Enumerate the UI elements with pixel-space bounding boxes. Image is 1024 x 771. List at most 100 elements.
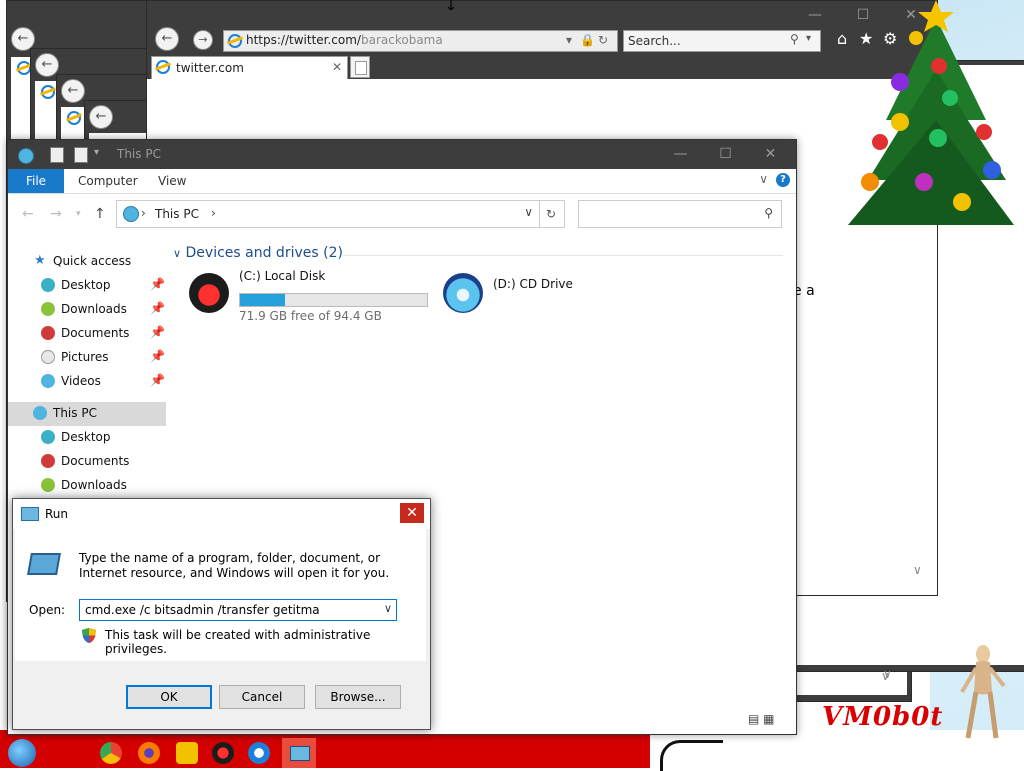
address-dropdown-icon[interactable]: ∨: [524, 205, 533, 219]
ie-logo-icon: [17, 61, 31, 75]
breadcrumb-chevron-icon[interactable]: ›: [211, 206, 216, 220]
close-button[interactable]: ✕: [748, 140, 793, 169]
run-dialog[interactable]: Run ✕ Type the name of a program, folder…: [12, 498, 431, 730]
nav-pc-documents[interactable]: Documents: [8, 450, 166, 474]
browser-tab[interactable]: twitter.com ✕: [151, 56, 348, 80]
nav-quick-desktop[interactable]: Desktop 📌: [8, 274, 166, 298]
desktop-icon: [41, 278, 55, 292]
run-title-bar[interactable]: Run ✕: [13, 499, 430, 529]
nav-quick-videos[interactable]: Videos 📌: [8, 370, 166, 394]
nav-pc-downloads[interactable]: Downloads: [8, 474, 166, 498]
pin-icon[interactable]: 📌: [150, 349, 165, 363]
downloads-icon: [41, 302, 55, 316]
pin-icon[interactable]: 📌: [150, 373, 165, 387]
ok-button[interactable]: OK: [126, 685, 212, 709]
breadcrumb-this-pc[interactable]: This PC: [155, 207, 199, 221]
cancel-button[interactable]: Cancel: [219, 685, 305, 709]
drive-d[interactable]: (D:) CD Drive: [443, 269, 643, 325]
uac-shield-icon: [82, 628, 96, 643]
back-arrow-icon[interactable]: ←: [155, 27, 179, 51]
watermark-text: VM0b0t: [822, 702, 944, 732]
close-button[interactable]: ✕: [400, 503, 424, 523]
large-icons-view-icon[interactable]: ▦: [763, 712, 774, 726]
search-input[interactable]: ⚲: [578, 200, 782, 228]
forward-arrow-icon[interactable]: →: [193, 30, 213, 50]
run-taskbar-button[interactable]: [282, 738, 316, 768]
properties-icon[interactable]: [50, 147, 64, 163]
tab-close-icon[interactable]: ✕: [332, 60, 342, 74]
tab-file[interactable]: File: [8, 169, 64, 193]
nav-this-pc[interactable]: This PC: [8, 402, 166, 426]
downloads-icon: [41, 478, 55, 492]
new-tab-button[interactable]: [350, 56, 370, 78]
internet-explorer-icon[interactable]: [248, 742, 270, 764]
chrome-icon[interactable]: [100, 742, 122, 764]
ribbon-expand-icon[interactable]: ∨: [759, 172, 768, 186]
pin-icon[interactable]: 📌: [150, 277, 165, 291]
view-toggle[interactable]: ▤ ▦: [748, 712, 775, 726]
refresh-icon[interactable]: ↻: [598, 33, 608, 47]
back-arrow-icon[interactable]: ←: [89, 105, 113, 129]
start-button[interactable]: [8, 739, 36, 767]
run-command-input[interactable]: cmd.exe /c bitsadmin /transfer getitma ∨: [79, 599, 397, 621]
new-folder-icon[interactable]: [74, 147, 88, 163]
devices-group-header[interactable]: ∨ Devices and drives (2): [173, 245, 343, 261]
ie-logo-icon: [41, 85, 55, 99]
star-icon: ★: [34, 253, 46, 268]
nav-pc-desktop[interactable]: Desktop: [8, 426, 166, 450]
nav-quick-access[interactable]: ★ Quick access: [8, 250, 166, 274]
nav-quick-documents[interactable]: Documents 📌: [8, 322, 166, 346]
tab-view[interactable]: View: [158, 169, 186, 193]
search-dropdown-icon[interactable]: ▾: [566, 33, 572, 47]
collapse-chevron-icon[interactable]: ∨: [173, 247, 181, 260]
back-arrow-icon[interactable]: ←: [22, 206, 34, 222]
recent-locations-icon[interactable]: ▾: [76, 209, 81, 219]
search-dropdown-icon[interactable]: ▾: [806, 33, 811, 44]
navigation-bar: ← → ▾ ↑ › This PC › ∨ ↻ ⚲: [8, 194, 796, 234]
nav-quick-pictures[interactable]: Pictures 📌: [8, 346, 166, 370]
search-box[interactable]: Search... ⚲ ▾: [623, 30, 821, 52]
pin-icon[interactable]: 📌: [150, 301, 165, 315]
up-arrow-icon[interactable]: ↑: [94, 206, 106, 222]
this-pc-icon: [33, 406, 47, 420]
run-program-icon: [27, 553, 61, 575]
back-arrow-icon[interactable]: ←: [61, 79, 85, 103]
nav-label: Documents: [61, 454, 130, 468]
nav-label: This PC: [53, 406, 97, 420]
firefox-icon[interactable]: [138, 742, 160, 764]
christmas-app-icon[interactable]: [212, 742, 234, 764]
tab-computer[interactable]: Computer: [78, 169, 138, 193]
scroll-down-icon[interactable]: ∨: [913, 563, 922, 577]
file-explorer-icon[interactable]: [176, 742, 198, 764]
run-description: Type the name of a program, folder, docu…: [79, 551, 390, 580]
videos-icon: [41, 374, 55, 388]
lock-icon[interactable]: 🔒: [580, 33, 595, 47]
scroll-down-icon[interactable]: ∨: [883, 667, 892, 681]
breadcrumb-chevron-icon[interactable]: ›: [141, 206, 146, 220]
new-tab-icon: [355, 61, 367, 75]
forward-arrow-icon[interactable]: →: [50, 206, 62, 222]
search-placeholder[interactable]: Search...: [628, 34, 681, 48]
quick-access-toolbar-dropdown-icon[interactable]: ▾: [94, 147, 99, 158]
title-bar[interactable]: ▾ This PC — ☐ ✕: [8, 140, 796, 169]
help-icon[interactable]: ?: [776, 173, 790, 187]
refresh-button[interactable]: ↻: [538, 200, 565, 228]
details-view-icon[interactable]: ▤: [748, 712, 759, 726]
group-header-label: Devices and drives (2): [185, 245, 343, 261]
address-bar[interactable]: › This PC › ∨: [116, 200, 540, 228]
search-icon[interactable]: ⚲: [790, 32, 799, 46]
minimize-icon[interactable]: —: [795, 1, 835, 30]
cartoon-decoration: [660, 740, 723, 771]
minimize-button[interactable]: —: [658, 140, 703, 169]
this-pc-icon: [123, 206, 139, 222]
chevron-down-icon[interactable]: ∨: [384, 602, 392, 615]
run-command-text[interactable]: cmd.exe /c bitsadmin /transfer getitma: [85, 603, 320, 617]
address-bar[interactable]: https://twitter.com/barackobama ▾ 🔒 ↻: [223, 30, 618, 52]
drive-c[interactable]: (C:) Local Disk 71.9 GB free of 94.4 GB: [189, 269, 449, 325]
browse-button[interactable]: Browse...: [315, 685, 401, 709]
address-url[interactable]: https://twitter.com/barackobama: [246, 33, 443, 47]
maximize-button[interactable]: ☐: [703, 140, 748, 169]
nav-label: Desktop: [61, 430, 111, 444]
pin-icon[interactable]: 📌: [150, 325, 165, 339]
nav-quick-downloads[interactable]: Downloads 📌: [8, 298, 166, 322]
